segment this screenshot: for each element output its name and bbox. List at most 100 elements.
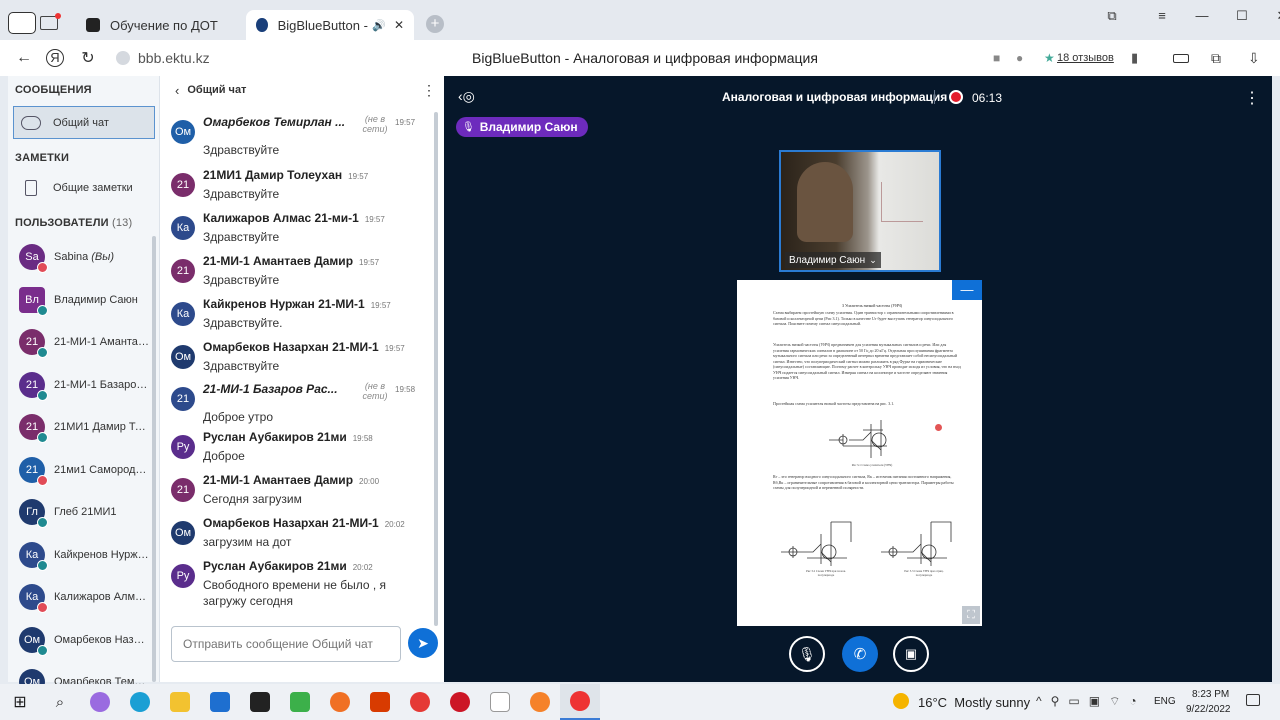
maximize-icon[interactable]: ☐ xyxy=(1228,8,1256,24)
opera-icon xyxy=(450,692,470,712)
chat-message-text: Сегодня загрузим xyxy=(203,492,302,506)
stage-divider xyxy=(934,90,935,104)
share-webcam-button[interactable]: ▣ xyxy=(893,636,929,672)
talking-name: Владимир Саюн xyxy=(479,120,578,134)
mic-off-icon: 🎙 xyxy=(798,645,816,662)
download-icon[interactable]: ⇩ xyxy=(1248,50,1260,67)
close-window-icon[interactable]: ✕ xyxy=(1268,8,1280,24)
chat-time: 19:57 xyxy=(384,344,405,353)
terminal-button[interactable] xyxy=(240,684,280,720)
options-menu-icon[interactable]: ⋮ xyxy=(1244,88,1260,108)
url-field[interactable]: bbb.ektu.kz xyxy=(138,50,210,66)
send-button[interactable]: ➤ xyxy=(408,628,438,658)
extensions-icon[interactable]: ⧉ xyxy=(1211,50,1221,67)
opera-button[interactable] xyxy=(440,684,480,720)
slide-paragraph-3: Простейшая схема усилителя низкой частот… xyxy=(773,401,895,406)
chat-time: 19:57 xyxy=(370,301,391,310)
clock-time[interactable]: 8:23 PM xyxy=(1192,689,1229,700)
back-icon[interactable]: ← xyxy=(8,49,40,67)
chat-avatar: 21 xyxy=(171,259,195,283)
fullscreen-icon[interactable]: ⛶ xyxy=(928,153,936,166)
edge-button[interactable] xyxy=(120,684,160,720)
tab-bigbluebutton[interactable]: BigBlueButton - Анал 🔊 ✕ xyxy=(246,10,414,40)
chat-sender: Кайкренов Нуржан 21-МИ-1 19:57 xyxy=(203,297,391,311)
chat-sender-name: Омарбеков Назархан 21-МИ-1 xyxy=(203,516,379,530)
menu-icon[interactable]: ≡ xyxy=(1148,8,1176,24)
chevron-down-icon[interactable]: ⌄ xyxy=(869,255,877,266)
leave-audio-button[interactable]: ✆ xyxy=(842,636,878,672)
public-chat-button[interactable]: Общий чат xyxy=(13,106,155,139)
user-list-item[interactable]: 21 21-МИ-1 Базаров ... xyxy=(8,365,158,405)
weather-icon xyxy=(893,693,909,709)
chat-message-input[interactable] xyxy=(171,626,401,662)
record-button[interactable] xyxy=(949,90,963,104)
start-button[interactable]: ⊞ xyxy=(0,684,40,720)
mic-icon[interactable]: ● xyxy=(1016,51,1023,65)
user-list-item[interactable]: Ом Омарбеков Назар... xyxy=(8,620,158,660)
language-indicator[interactable]: ENG xyxy=(1154,696,1176,707)
chevron-left-icon[interactable]: ‹ xyxy=(175,83,179,98)
chat-time: 19:57 xyxy=(364,215,385,224)
user-list-toggle-icon[interactable]: ‹◎ xyxy=(458,88,475,105)
edge-icon xyxy=(130,692,150,712)
shared-notes-button[interactable]: Общие заметки xyxy=(8,172,158,204)
minimize-presentation-button[interactable]: — xyxy=(952,280,982,300)
chat-title[interactable]: Общий чат xyxy=(187,84,246,96)
camera-icon[interactable]: ■ xyxy=(993,51,1000,65)
mic-icon xyxy=(37,517,48,528)
search-button[interactable]: ⌕ xyxy=(40,684,80,720)
user-list-item[interactable]: Ка Калижаров Алма... xyxy=(8,577,158,617)
app-button[interactable] xyxy=(280,684,320,720)
chat-scrollbar[interactable] xyxy=(434,112,438,626)
weather-text[interactable]: 16°C Mostly sunny xyxy=(918,695,1030,710)
reviews-link[interactable]: 18 отзывов xyxy=(1057,52,1114,64)
office-button[interactable] xyxy=(360,684,400,720)
media-button[interactable] xyxy=(520,684,560,720)
chat-sender-name: Омарбеков Назархан 21-МИ-1 xyxy=(203,340,379,354)
yandex-button[interactable] xyxy=(400,684,440,720)
mail-button[interactable] xyxy=(200,684,240,720)
user-list-scrollbar[interactable] xyxy=(152,236,156,682)
bookmark-icon[interactable]: ▮ xyxy=(1131,50,1138,66)
user-list-item[interactable]: 21 21ми1 Самородов... xyxy=(8,450,158,490)
user-name: 21МИ1 Дамир Тол... xyxy=(54,421,149,433)
collections-icon[interactable]: ⧉ xyxy=(1098,8,1126,24)
yandex-icon[interactable]: Я xyxy=(46,49,64,67)
pointer-dot xyxy=(935,424,942,431)
user-list-item[interactable]: Вл Владимир Саюн xyxy=(8,280,158,320)
reload-icon[interactable]: ↻ xyxy=(72,48,104,68)
cortana-button[interactable] xyxy=(80,684,120,720)
mute-button[interactable]: 🎙 xyxy=(789,636,825,672)
clock-date[interactable]: 9/22/2022 xyxy=(1186,704,1231,715)
chat-time: 20:00 xyxy=(359,477,380,486)
fullscreen-slide-icon[interactable]: ⛶ xyxy=(962,606,980,624)
minimize-icon[interactable]: — xyxy=(1188,8,1216,24)
tab-dot[interactable]: Обучение по ДОТ xyxy=(76,10,244,40)
user-list-item[interactable]: 21 21-МИ-1 Амантаев... xyxy=(8,322,158,362)
audio-icon[interactable]: 🔊 xyxy=(372,19,386,32)
yandex-browser-button[interactable] xyxy=(560,684,600,720)
user-list-item[interactable]: Sa Sabina (Вы) xyxy=(8,237,158,277)
webcam-video[interactable]: ⛶ Владимир Саюн ⌄ xyxy=(779,150,941,272)
browser-menu-icon[interactable] xyxy=(8,12,36,34)
chat-sender: Руслан Аубакиров 21ми 20:02 xyxy=(203,559,373,573)
user-list-item[interactable]: Ка Кайкренов Нуржа... xyxy=(8,535,158,575)
public-chat-label: Общий чат xyxy=(53,116,109,129)
notifications-icon[interactable] xyxy=(1246,694,1260,706)
chat-avatar: Ом xyxy=(171,345,195,369)
new-tab-button[interactable]: + xyxy=(426,15,444,33)
terminal-icon xyxy=(250,692,270,712)
firefox-icon xyxy=(330,692,350,712)
firefox-button[interactable] xyxy=(320,684,360,720)
explorer-button[interactable] xyxy=(160,684,200,720)
chat-options-icon[interactable]: ⋮ xyxy=(422,82,436,99)
user-list-item[interactable]: 21 21МИ1 Дамир Тол... xyxy=(8,407,158,447)
media-icon xyxy=(530,692,550,712)
tray-icons[interactable]: ^⚲▭▣⌔◔ xyxy=(1036,694,1146,709)
close-tab-icon[interactable]: ✕ xyxy=(394,18,404,32)
chat-avatar: Ка xyxy=(171,302,195,326)
folder-icon xyxy=(170,692,190,712)
file-button[interactable] xyxy=(480,684,520,720)
recording-timer: 06:13 xyxy=(972,91,1003,105)
user-list-item[interactable]: Гл Глеб 21МИ1 xyxy=(8,492,158,532)
